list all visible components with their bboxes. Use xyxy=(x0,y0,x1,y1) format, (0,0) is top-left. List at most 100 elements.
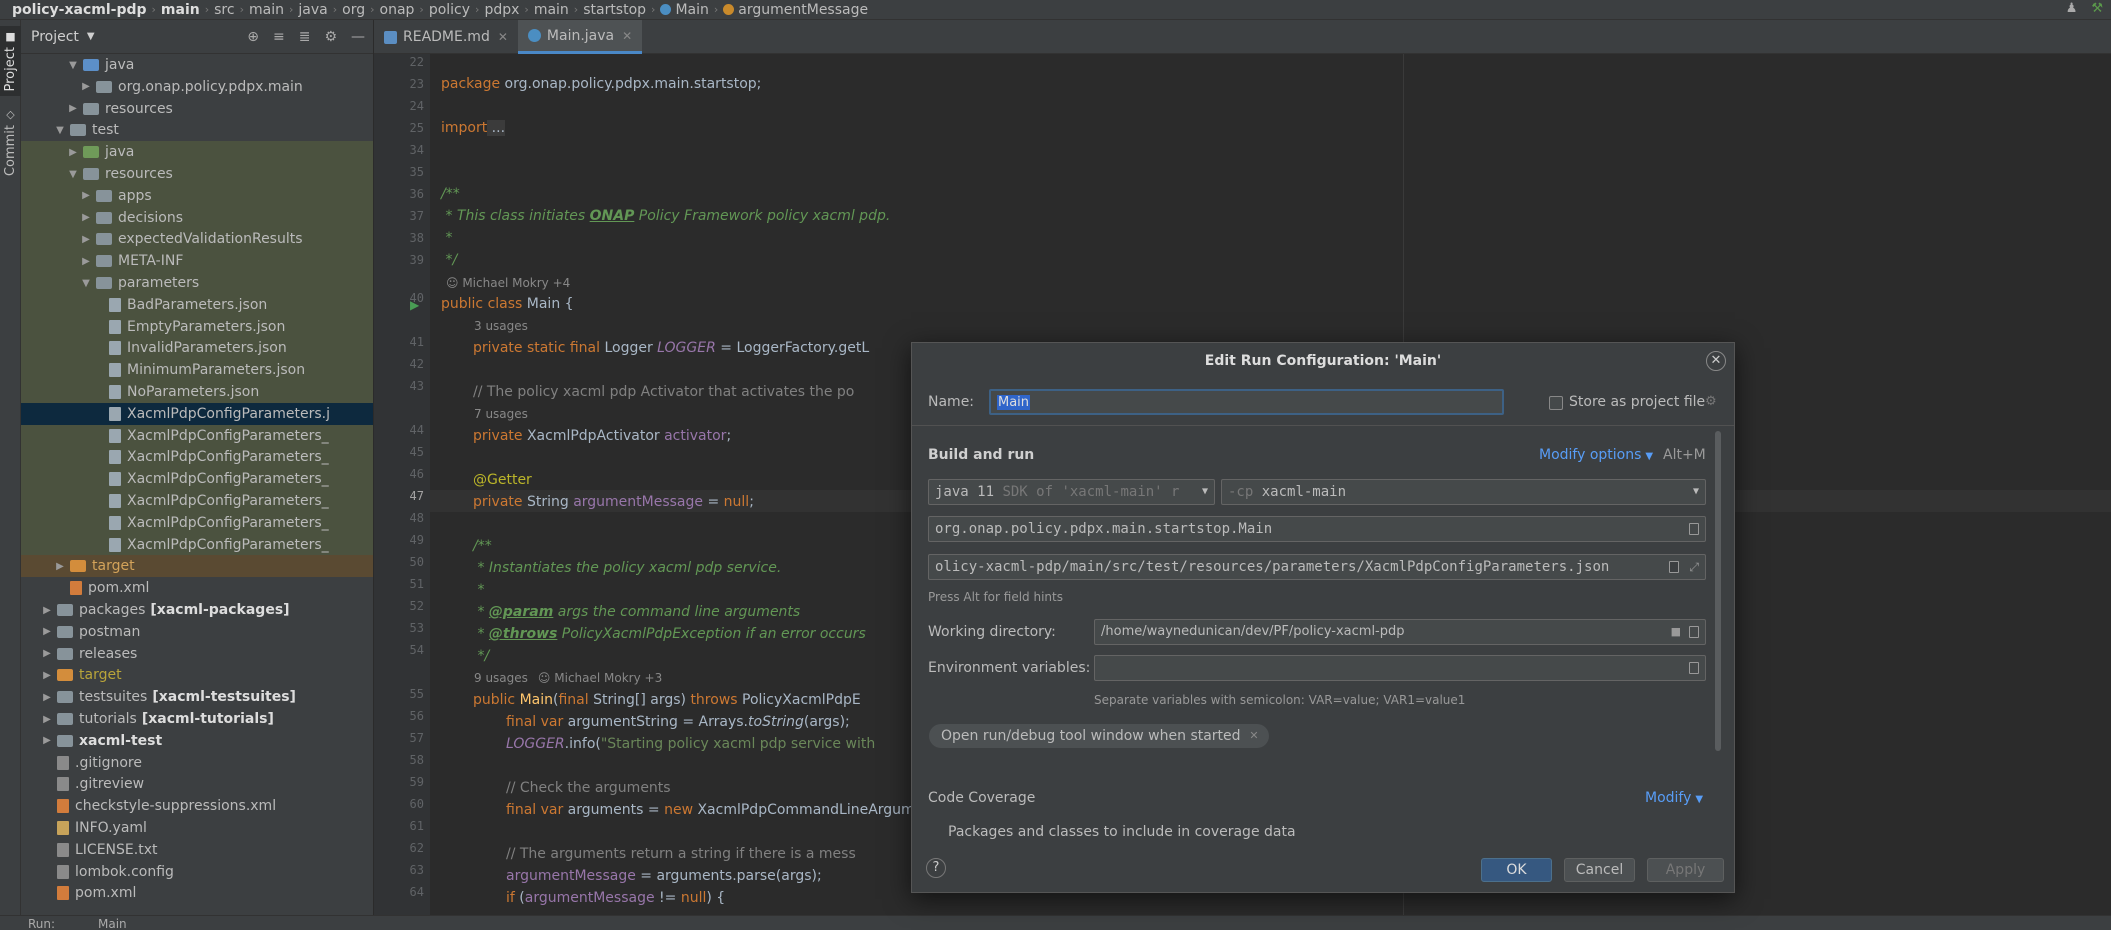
working-directory-input[interactable]: /home/waynedunican/dev/PF/policy-xacml-p… xyxy=(1094,619,1706,645)
tree-node[interactable]: ▶ META-INF xyxy=(21,250,373,273)
tree-node[interactable]: pom.xml xyxy=(21,882,373,904)
tree-node[interactable]: lombok.config xyxy=(21,861,373,883)
close-icon[interactable]: ✕ xyxy=(622,29,632,43)
chevron-down-icon[interactable]: ▼ xyxy=(66,169,80,180)
chevron-down-icon[interactable]: ▼ xyxy=(79,278,93,289)
chevron-right-icon[interactable]: ▶ xyxy=(40,648,54,659)
tree-node[interactable]: ▶ java xyxy=(21,141,373,164)
ok-button[interactable]: OK xyxy=(1481,858,1552,882)
tree-node[interactable]: LICENSE.txt xyxy=(21,839,373,861)
cancel-button[interactable]: Cancel xyxy=(1564,858,1635,882)
tree-node[interactable]: ▶ resources xyxy=(21,98,373,120)
gear-icon[interactable]: ⚙ xyxy=(1705,394,1717,409)
chevron-right-icon[interactable]: ▶ xyxy=(40,714,54,725)
tree-node[interactable]: XacmlPdpConfigParameters.j xyxy=(21,402,373,425)
modify-options-link[interactable]: Modify options ▼ xyxy=(1539,447,1653,463)
close-icon[interactable]: ✕ xyxy=(498,30,508,44)
tree-node[interactable]: ▼ resources xyxy=(21,163,373,185)
tree-node[interactable]: XacmlPdpConfigParameters_ xyxy=(21,468,373,491)
project-view-selector[interactable]: Project ▼ xyxy=(31,29,95,45)
run-gutter-icon[interactable]: ▶ xyxy=(410,298,419,312)
open-tool-window-option[interactable]: Open run/debug tool window when started ✕ xyxy=(929,724,1269,748)
folded-imports[interactable]: ... xyxy=(487,120,506,136)
tree-node[interactable]: ▶ expectedValidationResults xyxy=(21,228,373,251)
author-hint[interactable]: Michael Mokry +3 xyxy=(554,671,662,685)
tree-node[interactable]: INFO.yaml xyxy=(21,817,373,839)
browse-icon[interactable] xyxy=(1669,561,1679,573)
expand-all-icon[interactable]: ≡ xyxy=(273,29,285,45)
tree-node[interactable]: ▶ xacml-test xyxy=(21,730,373,752)
hide-icon[interactable]: — xyxy=(351,29,365,45)
help-button[interactable]: ? xyxy=(926,858,946,878)
tree-node[interactable]: ▼ java xyxy=(21,54,373,76)
tree-node[interactable]: ▶ tutorials [xacml-tutorials] xyxy=(21,708,373,730)
tree-node[interactable]: ▶ target xyxy=(21,664,373,686)
chevron-right-icon[interactable]: ▶ xyxy=(40,605,54,616)
breadcrumb-item[interactable]: policy-xacml-pdp xyxy=(12,2,147,18)
chevron-right-icon[interactable]: ▶ xyxy=(79,234,93,245)
locate-icon[interactable]: ⊕ xyxy=(247,29,259,45)
tree-node[interactable]: NoParameters.json xyxy=(21,381,373,403)
chevron-right-icon[interactable]: ▶ xyxy=(40,626,54,637)
commit-tool-tab[interactable]: ◇ Commit xyxy=(0,104,21,176)
modify-coverage-link[interactable]: Modify ▼ xyxy=(1645,790,1703,806)
breadcrumb-item[interactable]: java xyxy=(298,2,327,18)
tree-node[interactable]: MinimumParameters.json xyxy=(21,359,373,382)
tree-node[interactable]: ▼ test xyxy=(21,119,373,141)
tab-readme[interactable]: README.md ✕ xyxy=(374,20,518,54)
tree-node[interactable]: pom.xml xyxy=(21,577,373,599)
chevron-right-icon[interactable]: ▶ xyxy=(66,147,80,158)
tree-node[interactable]: EmptyParameters.json xyxy=(21,315,373,338)
author-hint[interactable]: Michael Mokry +4 xyxy=(462,276,570,290)
run-tab-label[interactable]: Run: xyxy=(28,917,55,930)
close-icon[interactable]: ✕ xyxy=(1249,724,1258,748)
tree-node[interactable]: XacmlPdpConfigParameters_ xyxy=(21,424,373,447)
tree-node[interactable]: XacmlPdpConfigParameters_ xyxy=(21,511,373,534)
chevron-right-icon[interactable]: ▶ xyxy=(79,81,93,92)
tree-node[interactable]: ▶ decisions xyxy=(21,206,373,229)
chevron-right-icon[interactable]: ▶ xyxy=(79,212,93,223)
macros-icon[interactable] xyxy=(1689,626,1699,638)
dialog-scrollbar[interactable] xyxy=(1715,431,1721,751)
name-input[interactable]: Main xyxy=(989,389,1504,415)
tree-node[interactable]: checkstyle-suppressions.xml xyxy=(21,795,373,817)
breadcrumb-item[interactable]: main xyxy=(161,2,200,18)
tab-main-java[interactable]: Main.java ✕ xyxy=(517,20,643,54)
close-button[interactable]: ✕ xyxy=(1706,351,1726,371)
project-tool-tab[interactable]: ■ Project xyxy=(0,26,21,96)
tree-node[interactable]: .gitignore xyxy=(21,752,373,774)
chevron-right-icon[interactable]: ▶ xyxy=(40,692,54,703)
build-icon[interactable]: ⚒ xyxy=(2091,1,2103,16)
chevron-right-icon[interactable]: ▶ xyxy=(53,561,67,572)
breadcrumb-item[interactable]: onap xyxy=(380,2,415,18)
collapse-all-icon[interactable]: ≣ xyxy=(299,29,311,45)
tree-node[interactable]: ▶ apps xyxy=(21,184,373,207)
tree-node[interactable]: ▶ packages [xacml-packages] xyxy=(21,599,373,621)
tree-node[interactable]: ▼ parameters xyxy=(21,272,373,294)
expand-icon[interactable]: ⤢ xyxy=(1689,555,1699,579)
usages-hint[interactable]: 3 usages xyxy=(474,319,528,333)
apply-button[interactable]: Apply xyxy=(1647,858,1724,882)
breadcrumb-item[interactable]: org xyxy=(342,2,365,18)
usages-hint[interactable]: 7 usages xyxy=(474,407,528,421)
folder-icon[interactable]: ■ xyxy=(1671,620,1681,644)
gear-icon[interactable]: ⚙ xyxy=(324,29,337,45)
tree-node[interactable]: ▶ testsuites [xacml-testsuites] xyxy=(21,686,373,708)
breadcrumb-item[interactable]: src xyxy=(214,2,234,18)
tree-node[interactable]: ▶ target xyxy=(21,555,373,578)
breadcrumb-item[interactable]: argumentMessage xyxy=(723,2,868,18)
tree-node[interactable]: ▶ postman xyxy=(21,621,373,643)
usages-hint[interactable]: 9 usages xyxy=(474,671,528,685)
tree-node[interactable]: XacmlPdpConfigParameters_ xyxy=(21,490,373,512)
browse-icon[interactable] xyxy=(1689,523,1699,535)
main-class-input[interactable]: org.onap.policy.pdpx.main.startstop.Main xyxy=(928,516,1706,542)
jdk-select[interactable]: java 11 SDK of 'xacml-main' r ▼ xyxy=(928,479,1215,505)
breadcrumb-item[interactable]: Main xyxy=(660,2,709,18)
run-config-tab[interactable]: Main xyxy=(98,917,127,930)
breadcrumb-item[interactable]: main xyxy=(249,2,284,18)
program-arguments-input[interactable]: olicy-xacml-pdp/main/src/test/resources/… xyxy=(928,554,1706,580)
tree-node[interactable]: XacmlPdpConfigParameters_ xyxy=(21,533,373,556)
store-as-project-file-checkbox[interactable] xyxy=(1549,396,1563,410)
breadcrumb-item[interactable]: startstop xyxy=(583,2,646,18)
chevron-right-icon[interactable]: ▶ xyxy=(79,256,93,267)
